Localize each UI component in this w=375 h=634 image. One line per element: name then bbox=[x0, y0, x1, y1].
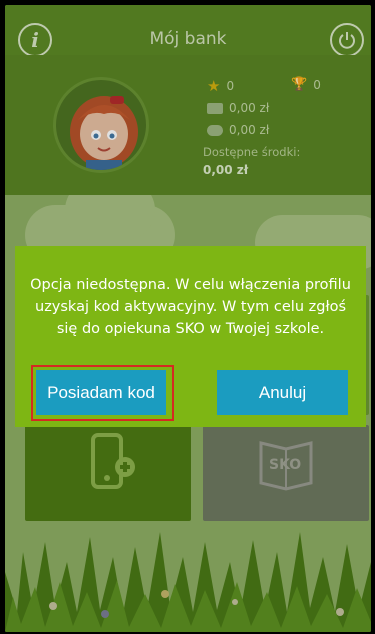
have-code-button[interactable]: Posiadam kod bbox=[36, 370, 166, 415]
dialog-message: Opcja niedostępna. W celu włączenia prof… bbox=[30, 277, 351, 337]
activation-dialog: Opcja niedostępna. W celu włączenia prof… bbox=[15, 246, 366, 427]
cancel-button[interactable]: Anuluj bbox=[217, 370, 348, 415]
